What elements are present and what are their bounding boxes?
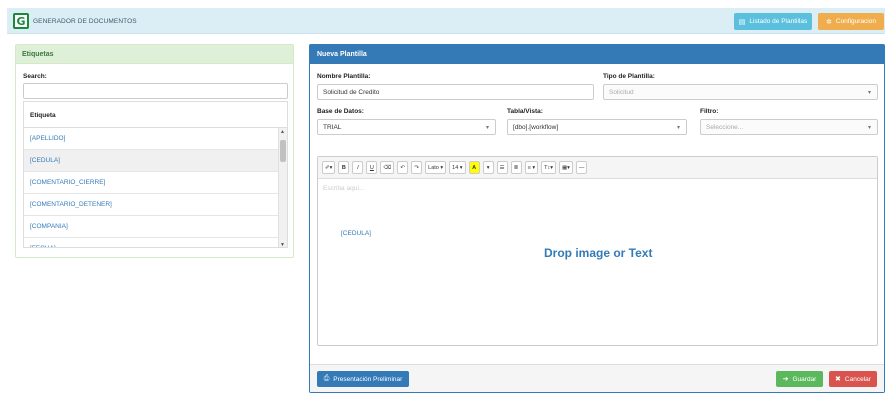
tags-panel: Etiquetas Search: Etiqueta [APELLIDO] [C… — [15, 44, 294, 258]
paragraph-align-dropdown[interactable]: ≡ ▾ — [524, 161, 539, 174]
underline-button[interactable]: U — [366, 161, 378, 174]
save-icon: ➔ — [782, 376, 789, 383]
template-name-label: Nombre Plantilla: — [317, 73, 371, 80]
font-family-dropdown[interactable]: Lato ▾ — [425, 161, 447, 174]
panel-title: Nueva Plantilla — [310, 45, 884, 64]
chevron-down-icon: ▾ — [676, 125, 680, 131]
font-size-dropdown[interactable]: 14 ▾ — [449, 161, 466, 174]
italic-button[interactable]: I — [352, 161, 364, 174]
brand[interactable]: G GENERADOR DE DOCUMENTOS — [13, 13, 137, 29]
filter-select[interactable]: Seleccione... ▾ — [700, 119, 878, 135]
tag-item[interactable]: [APELLIDO] — [24, 128, 287, 150]
editor-placeholder: Escriba aquí... — [323, 185, 365, 192]
configuration-button[interactable]: ✲ Configuracion — [818, 13, 884, 30]
text-color-button[interactable]: A — [468, 161, 480, 174]
table-view-select[interactable]: [dbo].[workflow] ▾ — [507, 119, 687, 135]
filter-label: Filtro: — [700, 108, 719, 115]
drop-zone-text: Drop image or Text — [544, 246, 653, 260]
chevron-down-icon: ▾ — [867, 90, 871, 96]
template-type-label: Tipo de Plantilla: — [603, 73, 655, 80]
panel-footer: ⎙ Presentación Preliminar ➔ Guardar ✖ Ca… — [310, 364, 884, 392]
search-input[interactable] — [23, 83, 288, 99]
tag-item[interactable]: [COMENTARIO_CIERRE] — [24, 172, 287, 194]
close-icon: ✖ — [835, 376, 841, 383]
database-select[interactable]: TRIAL ▾ — [317, 119, 496, 135]
editor-content-area[interactable]: Escriba aquí... [CEDULA] Drop image or T… — [318, 179, 877, 346]
scroll-thumb[interactable] — [280, 140, 286, 162]
table-dropdown[interactable]: ▦▾ — [558, 161, 573, 174]
chevron-down-icon: ▾ — [867, 125, 871, 131]
app-logo: G — [13, 13, 29, 29]
tag-item[interactable]: [COMPANIA] — [24, 216, 287, 238]
unordered-list-icon[interactable]: ☰ — [496, 161, 508, 174]
editor-toolbar: ✐▾ B I U ⌫ ↶ ↷ Lato ▾ 14 ▾ A ▾ ☰ ≣ ≡ ▾ T… — [318, 157, 877, 179]
ordered-list-icon[interactable]: ≣ — [510, 161, 522, 174]
tags-table: Etiqueta [APELLIDO] [CEDULA] [COMENTARIO… — [23, 101, 288, 248]
text-color-dropdown[interactable]: ▾ — [482, 161, 494, 174]
tags-panel-title: Etiquetas — [16, 45, 293, 64]
print-icon: ⎙ — [323, 375, 330, 382]
rich-text-editor: ✐▾ B I U ⌫ ↶ ↷ Lato ▾ 14 ▾ A ▾ ☰ ≣ ≡ ▾ T… — [317, 156, 878, 346]
preview-button[interactable]: ⎙ Presentación Preliminar — [317, 371, 409, 387]
inserted-tag: [CEDULA] — [341, 230, 371, 237]
table-view-label: Tabla/Vista: — [507, 108, 543, 115]
search-label: Search: — [23, 73, 47, 80]
tags-column-header: Etiqueta — [24, 102, 287, 128]
undo-icon[interactable]: ↶ — [397, 161, 409, 174]
gear-icon: ✲ — [826, 18, 832, 26]
tags-scrollbar[interactable]: ▲ ▼ — [278, 128, 287, 247]
tag-item[interactable]: [COMENTARIO_DETENER] — [24, 194, 287, 216]
cancel-button[interactable]: ✖ Cancelar — [829, 371, 877, 387]
style-dropdown[interactable]: ✐▾ — [322, 161, 336, 174]
horizontal-rule-icon[interactable]: — — [575, 161, 588, 174]
redo-icon[interactable]: ↷ — [411, 161, 423, 174]
eraser-icon[interactable]: ⌫ — [380, 161, 395, 174]
app-title: GENERADOR DE DOCUMENTOS — [33, 17, 137, 25]
template-name-input[interactable]: Solicitud de Credito — [317, 84, 594, 100]
bold-button[interactable]: B — [338, 161, 350, 174]
templates-list-button[interactable]: ▤ Listado de Plantillas — [734, 13, 812, 30]
new-template-panel: Nueva Plantilla Nombre Plantilla: Solici… — [309, 44, 885, 393]
save-button[interactable]: ➔ Guardar — [776, 371, 823, 387]
line-height-dropdown[interactable]: T↕▾ — [541, 161, 556, 174]
tag-item[interactable]: [CEDULA] — [24, 150, 287, 172]
scroll-up-icon[interactable]: ▲ — [280, 129, 285, 135]
chevron-down-icon: ▾ — [485, 125, 489, 131]
tag-item[interactable]: [FECHA] — [24, 238, 287, 247]
database-label: Base de Datos: — [317, 108, 364, 115]
template-type-select[interactable]: Solicitud ▾ — [603, 84, 878, 100]
list-icon: ▤ — [738, 18, 746, 26]
